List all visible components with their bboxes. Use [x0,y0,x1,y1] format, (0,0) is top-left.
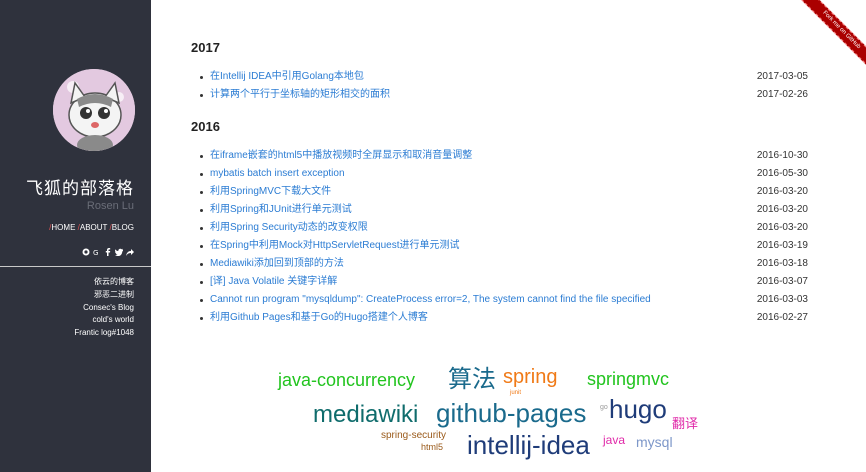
bullet [200,299,203,302]
bullet [200,245,203,248]
nav-home-link[interactable]: HOME [51,223,75,232]
tag-link[interactable]: mysql [636,435,673,449]
post-title-link[interactable]: 利用Spring和JUnit进行单元测试 [210,201,352,219]
list-item: 利用Spring Security动态的改变权限 2016-03-20 [200,219,808,237]
friend-link[interactable]: 依云的博客 [0,276,134,289]
friend-links: 依云的博客 邪恶二进制 Consec's Blog cold's world F… [0,276,134,340]
sidebar: 飞狐的部落格 Rosen Lu /HOME /ABOUT /BLOG G 依云的… [0,0,151,472]
tag-link[interactable]: mediawiki [313,403,418,427]
bullet [200,227,203,230]
friend-link[interactable]: cold's world [0,314,134,327]
tag-link[interactable]: go [600,404,608,411]
list-item: Mediawiki添加回到顶部的方法 2016-03-18 [200,255,808,273]
list-item: mybatis batch insert exception 2016-05-3… [200,165,808,183]
post-date: 2017-02-26 [756,89,808,100]
year-heading: 2017 [191,40,220,55]
bullet [200,155,203,158]
list-item: Cannot run program "mysqldump": CreatePr… [200,291,808,309]
tag-link[interactable]: github-pages [436,400,586,426]
friend-link[interactable]: Consec's Blog [0,302,134,315]
nav-about-link[interactable]: ABOUT [80,223,107,232]
post-title-link[interactable]: 利用Github Pages和基于Go的Hugo搭建个人博客 [210,309,428,327]
post-title-link[interactable]: 利用Spring Security动态的改变权限 [210,219,368,237]
fork-me-ribbon[interactable]: Fork me on GitHub [793,0,866,78]
post-date: 2016-03-03 [756,294,808,305]
post-date: 2016-10-30 [756,150,808,161]
facebook-icon[interactable] [104,241,112,256]
bullet [200,76,203,79]
tag-link[interactable]: intellij-idea [467,432,590,458]
google-plus-icon[interactable]: G [93,241,101,257]
twitter-icon[interactable] [115,241,123,257]
bullet [200,94,203,97]
post-list: 在Intellij IDEA中引用Golang本地包 2017-03-05 计算… [200,68,808,104]
avatar[interactable] [53,69,135,151]
site-subtitle: Rosen Lu [86,200,134,212]
bullet [200,209,203,212]
tag-link[interactable]: java [603,434,625,446]
list-item: [译] Java Volatile 关键字详解 2016-03-07 [200,273,808,291]
tag-link[interactable]: 翻译 [672,417,698,430]
nav-blog-link[interactable]: BLOG [112,223,134,232]
post-title-link[interactable]: Cannot run program "mysqldump": CreatePr… [210,291,651,309]
list-item: 利用Spring和JUnit进行单元测试 2016-03-20 [200,201,808,219]
list-item: 在Intellij IDEA中引用Golang本地包 2017-03-05 [200,68,808,86]
social-icons: G [82,241,134,257]
list-item: 在Spring中利用Mock对HttpServletRequest进行单元测试 … [200,237,808,255]
post-date: 2016-05-30 [756,168,808,179]
share-icon[interactable] [126,241,134,256]
post-list: 在iframe嵌套的html5中播放视频时全屏显示和取消音量调整 2016-10… [200,147,808,327]
post-date: 2016-02-27 [756,312,808,323]
bullet [200,173,203,176]
year-heading: 2016 [191,119,220,134]
list-item: 在iframe嵌套的html5中播放视频时全屏显示和取消音量调整 2016-10… [200,147,808,165]
post-date: 2016-03-20 [756,186,808,197]
tag-link[interactable]: junit [510,390,521,396]
bullet [200,263,203,266]
svg-text:G: G [93,249,98,256]
post-date: 2016-03-07 [756,276,808,287]
tag-link[interactable]: java-concurrency [278,371,415,389]
post-title-link[interactable]: 在Spring中利用Mock对HttpServletRequest进行单元测试 [210,237,460,255]
tag-link[interactable]: spring-security [381,431,446,441]
fork-ribbon-container: Fork me on GitHub [786,0,866,80]
list-item: 计算两个平行于坐标轴的矩形相交的面积 2017-02-26 [200,86,808,104]
list-item: 利用SpringMVC下载大文件 2016-03-20 [200,183,808,201]
post-title-link[interactable]: mybatis batch insert exception [210,165,345,183]
post-title-link[interactable]: 在Intellij IDEA中引用Golang本地包 [210,68,364,86]
bullet [200,317,203,320]
post-date: 2016-03-20 [756,222,808,233]
tag-link[interactable]: 算法 [448,368,496,392]
tag-link[interactable]: spring [503,367,557,387]
post-title-link[interactable]: 计算两个平行于坐标轴的矩形相交的面积 [210,86,390,104]
post-date: 2016-03-18 [756,258,808,269]
post-date: 2016-03-19 [756,240,808,251]
tag-link[interactable]: springmvc [587,370,669,388]
bullet [200,191,203,194]
post-date: 2016-03-20 [756,204,808,215]
post-title-link[interactable]: 利用SpringMVC下载大文件 [210,183,331,201]
tag-link[interactable]: html5 [421,443,443,452]
post-title-link[interactable]: 在iframe嵌套的html5中播放视频时全屏显示和取消音量调整 [210,147,472,165]
site-title[interactable]: 飞狐的部落格 [0,174,134,199]
list-item: 利用Github Pages和基于Go的Hugo搭建个人博客 2016-02-2… [200,309,808,327]
cat-avatar-icon [53,69,135,151]
friend-link[interactable]: Frantic log#1048 [0,327,134,340]
nav-menu: /HOME /ABOUT /BLOG [0,223,134,232]
github-icon[interactable] [82,241,90,256]
bullet [200,281,203,284]
post-title-link[interactable]: [译] Java Volatile 关键字详解 [210,273,337,291]
tag-link[interactable]: hugo [609,396,667,422]
friend-link[interactable]: 邪恶二进制 [0,289,134,302]
sidebar-divider [0,266,151,267]
post-title-link[interactable]: Mediawiki添加回到顶部的方法 [210,255,344,273]
